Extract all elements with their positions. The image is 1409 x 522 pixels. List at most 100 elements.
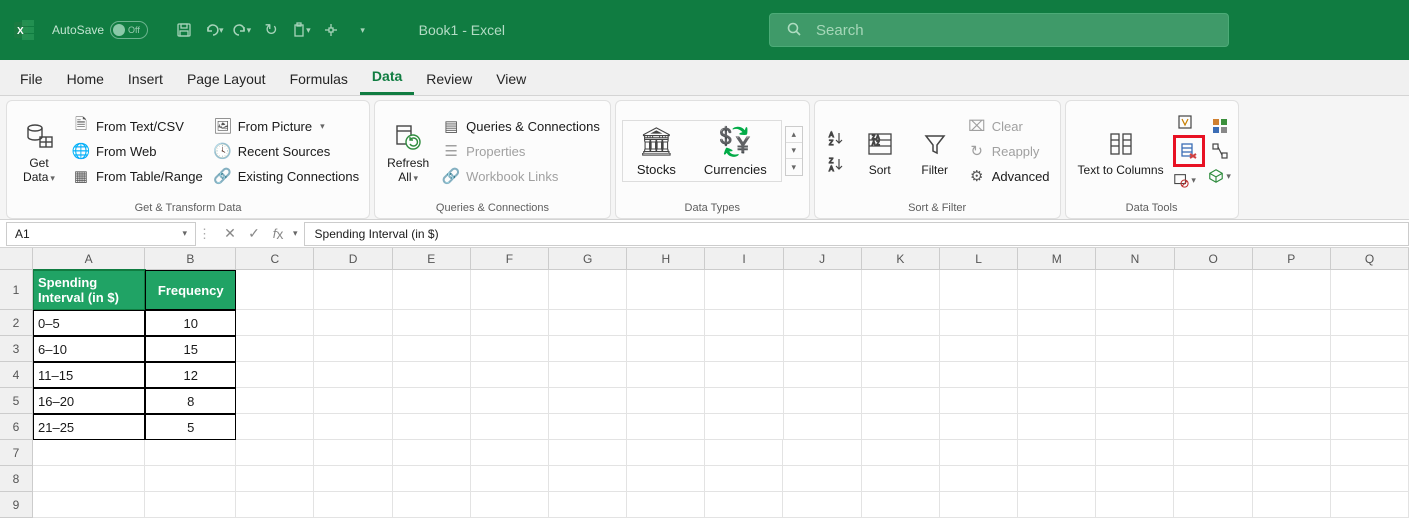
column-header-I[interactable]: I (705, 248, 783, 270)
cell-P8[interactable] (1253, 466, 1331, 492)
tab-view[interactable]: View (484, 63, 538, 95)
cell-I3[interactable] (705, 336, 783, 362)
cell-B2[interactable]: 10 (145, 310, 236, 336)
cell-A8[interactable] (33, 466, 145, 492)
cell-I4[interactable] (705, 362, 783, 388)
cell-I9[interactable] (705, 492, 783, 518)
row-header-7[interactable]: 7 (0, 440, 33, 466)
gallery-more-icon[interactable]: ▾ (786, 159, 802, 175)
tab-file[interactable]: File (8, 63, 55, 95)
get-data-button[interactable]: GetData▾ (13, 116, 65, 187)
cell-D1[interactable] (314, 270, 392, 310)
cell-I8[interactable] (705, 466, 783, 492)
cell-L8[interactable] (940, 466, 1018, 492)
cell-M2[interactable] (1018, 310, 1096, 336)
cell-P1[interactable] (1253, 270, 1331, 310)
cell-A7[interactable] (33, 440, 145, 466)
cell-J3[interactable] (784, 336, 862, 362)
column-header-C[interactable]: C (236, 248, 314, 270)
cell-K8[interactable] (862, 466, 940, 492)
sort-desc-button[interactable]: ZA (825, 153, 847, 175)
cell-E4[interactable] (393, 362, 471, 388)
cell-B6[interactable]: 5 (145, 414, 236, 440)
cell-G2[interactable] (549, 310, 627, 336)
cell-F9[interactable] (471, 492, 549, 518)
cell-C9[interactable] (236, 492, 314, 518)
cell-Q9[interactable] (1331, 492, 1409, 518)
cell-E8[interactable] (393, 466, 471, 492)
cell-L1[interactable] (940, 270, 1018, 310)
cell-K5[interactable] (862, 388, 940, 414)
cell-F7[interactable] (471, 440, 549, 466)
relationships-button[interactable] (1208, 139, 1232, 163)
currencies-button[interactable]: 💱 Currencies (690, 121, 781, 181)
cell-H4[interactable] (627, 362, 705, 388)
from-web-button[interactable]: 🌐From Web (68, 139, 207, 163)
column-header-P[interactable]: P (1253, 248, 1331, 270)
cell-E5[interactable] (393, 388, 471, 414)
cell-B5[interactable]: 8 (145, 388, 236, 414)
cell-O2[interactable] (1174, 310, 1252, 336)
sort-button[interactable]: Z AA Z Sort (854, 123, 906, 180)
cell-B8[interactable] (145, 466, 236, 492)
cell-K9[interactable] (862, 492, 940, 518)
cell-C2[interactable] (236, 310, 314, 336)
autosave-toggle[interactable]: AutoSave Off (52, 21, 148, 39)
cell-B3[interactable]: 15 (145, 336, 236, 362)
column-header-D[interactable]: D (314, 248, 392, 270)
cell-J9[interactable] (783, 492, 861, 518)
cell-O6[interactable] (1174, 414, 1252, 440)
cell-P7[interactable] (1253, 440, 1331, 466)
tab-home[interactable]: Home (55, 63, 116, 95)
select-all-corner[interactable] (0, 248, 33, 270)
column-header-O[interactable]: O (1175, 248, 1253, 270)
name-box[interactable]: A1 ▾ (6, 222, 196, 246)
cell-A6[interactable]: 21–25 (33, 414, 145, 440)
cell-L4[interactable] (940, 362, 1018, 388)
cell-Q5[interactable] (1331, 388, 1409, 414)
column-header-K[interactable]: K (862, 248, 940, 270)
cell-J2[interactable] (784, 310, 862, 336)
cell-E9[interactable] (393, 492, 471, 518)
cell-O1[interactable] (1174, 270, 1252, 310)
fx-icon[interactable]: fx (267, 223, 289, 245)
row-header-5[interactable]: 5 (0, 388, 33, 414)
cell-I6[interactable] (705, 414, 783, 440)
cell-J5[interactable] (784, 388, 862, 414)
cell-M9[interactable] (1018, 492, 1096, 518)
cell-G4[interactable] (549, 362, 627, 388)
cell-D4[interactable] (314, 362, 392, 388)
filter-button[interactable]: Filter (909, 123, 961, 180)
save-icon[interactable] (172, 18, 196, 42)
flash-fill-button[interactable] (1173, 110, 1197, 134)
cell-N7[interactable] (1096, 440, 1174, 466)
cell-I5[interactable] (705, 388, 783, 414)
gallery-down-icon[interactable]: ▾ (786, 143, 802, 159)
cell-F6[interactable] (471, 414, 549, 440)
cell-D5[interactable] (314, 388, 392, 414)
cell-L6[interactable] (940, 414, 1018, 440)
cell-K6[interactable] (862, 414, 940, 440)
cell-P3[interactable] (1253, 336, 1331, 362)
column-header-G[interactable]: G (549, 248, 627, 270)
cell-N5[interactable] (1096, 388, 1174, 414)
tab-page-layout[interactable]: Page Layout (175, 63, 278, 95)
cell-Q3[interactable] (1331, 336, 1409, 362)
column-header-Q[interactable]: Q (1331, 248, 1409, 270)
cell-A1[interactable]: Spending Interval (in $) (33, 270, 145, 310)
from-picture-button[interactable]: 🖼From Picture▾ (210, 114, 363, 138)
cell-I2[interactable] (705, 310, 783, 336)
cell-H2[interactable] (627, 310, 705, 336)
touch-mode-icon[interactable] (319, 18, 343, 42)
accept-formula-icon[interactable]: ✓ (243, 223, 265, 245)
cell-P6[interactable] (1253, 414, 1331, 440)
cell-I1[interactable] (705, 270, 783, 310)
cell-P9[interactable] (1253, 492, 1331, 518)
text-to-columns-button[interactable]: Text to Columns (1072, 123, 1170, 180)
stocks-button[interactable]: 🏛 Stocks (623, 121, 690, 181)
cell-K7[interactable] (862, 440, 940, 466)
cell-P5[interactable] (1253, 388, 1331, 414)
from-table-range-button[interactable]: ▦From Table/Range (68, 164, 207, 188)
cell-D9[interactable] (314, 492, 392, 518)
cell-F3[interactable] (471, 336, 549, 362)
